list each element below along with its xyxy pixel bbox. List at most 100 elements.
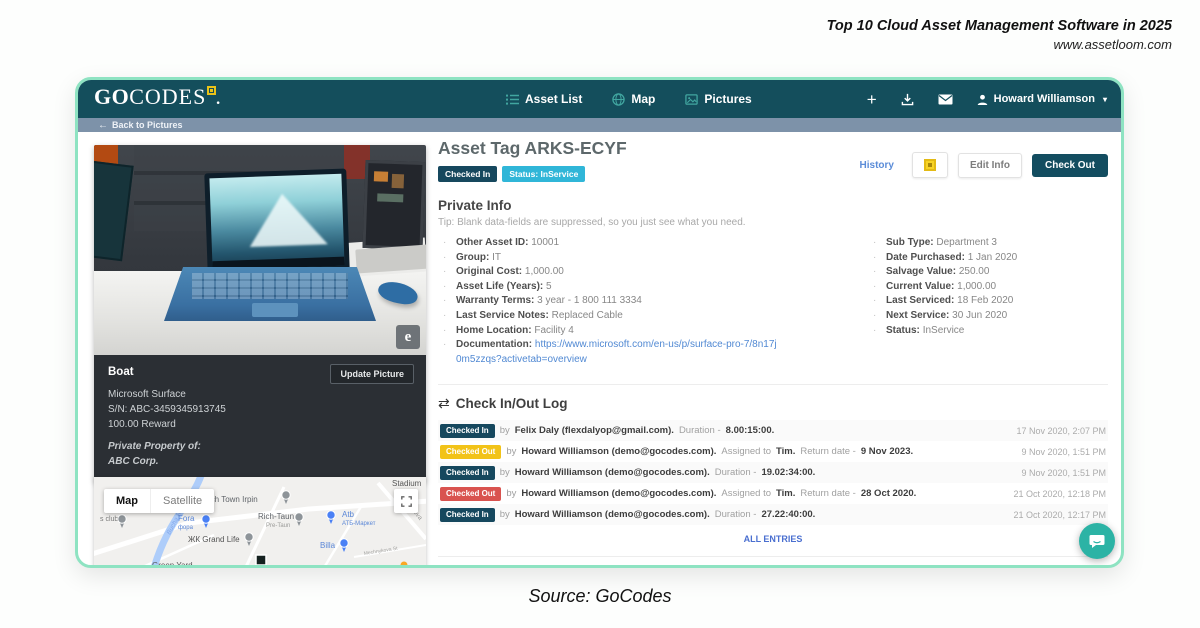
map-label: ЖК Grand Life (188, 535, 240, 544)
photo-property-label: Private Property of: (108, 439, 412, 454)
mail-icon[interactable] (938, 94, 953, 105)
info-field-documentation: ·Documentation: https://www.microsoft.co… (440, 338, 780, 367)
log-badge-checked-out: Checked Out (440, 445, 501, 459)
log-entry: Checked In by Howard Williamson (demo@go… (438, 462, 1108, 483)
map-label: АТБ-Маркет (342, 521, 376, 527)
photo-watermark: e (396, 325, 420, 349)
log-badge-checked-in: Checked In (440, 508, 495, 522)
checked-in-badge: Checked In (438, 166, 497, 182)
logo-qr-icon (207, 86, 216, 95)
map-button[interactable]: Map (104, 489, 150, 513)
main-nav: Asset List Map Pictures (506, 80, 752, 118)
check-in-out-icon: ⇄ (438, 395, 450, 411)
map-label: Atb (342, 510, 355, 519)
log-badge-checked-out: Checked Out (440, 487, 501, 501)
asset-detail-panel: Asset Tag ARKS-ECYF Checked In Status: I… (438, 138, 1108, 568)
info-field: ·Asset Life (Years): 5 (440, 280, 780, 295)
nav-map-label: Map (631, 92, 655, 106)
log-entry: Checked In by Felix Daly (flexdalyop@gma… (438, 420, 1108, 441)
map-type-control: Map Satellite (104, 489, 214, 513)
map-label: s club (100, 516, 118, 523)
check-out-button[interactable]: Check Out (1032, 154, 1108, 177)
laptop-keyboard (164, 267, 376, 321)
map-label: Pre-Taun (266, 523, 290, 529)
log-timestamp: 17 Nov 2020, 2:07 PM (1016, 426, 1106, 436)
map-fullscreen-button[interactable] (394, 489, 418, 513)
photo-model: Microsoft Surface (108, 387, 412, 402)
map-label: Stadium (392, 479, 422, 488)
asset-actions: History Edit Info Check Out (860, 152, 1108, 178)
source-caption: Source: GoCodes (0, 586, 1200, 607)
info-field: ·Next Service: 30 Jun 2020 (870, 309, 1106, 324)
edit-info-button[interactable]: Edit Info (958, 153, 1022, 178)
page: Top 10 Cloud Asset Management Software i… (0, 0, 1200, 628)
info-field: ·Last Serviced: 18 Feb 2020 (870, 294, 1106, 309)
back-to-pictures-link[interactable]: Back to Pictures (112, 120, 183, 130)
section-divider (438, 556, 1108, 557)
info-field: ·Salvage Value: 250.00 (870, 265, 1106, 280)
map-label: Billa (320, 541, 336, 550)
banner-title: Top 10 Cloud Asset Management Software i… (827, 18, 1172, 34)
log-entry: Checked Out by Howard Williamson (demo@g… (438, 483, 1108, 504)
asset-photo[interactable]: e (94, 145, 426, 355)
list-icon (506, 93, 519, 106)
info-field: ·Other Asset ID: 10001 (440, 236, 780, 251)
log-badge-checked-in: Checked In (440, 424, 495, 438)
photo-caption: Boat Update Picture Microsoft Surface S/… (94, 355, 426, 482)
logo-text-codes: CODES (129, 84, 206, 109)
asset-location-marker (256, 555, 266, 565)
nav-asset-list-label: Asset List (525, 92, 582, 106)
update-picture-button[interactable]: Update Picture (330, 364, 414, 384)
back-arrow-icon: ← (98, 120, 108, 131)
satellite-button[interactable]: Satellite (150, 489, 214, 513)
info-field: ·Warranty Terms: 3 year - 1 800 111 3334 (440, 294, 780, 309)
chat-widget-button[interactable] (1079, 523, 1115, 559)
log-timestamp: 9 Nov 2020, 1:51 PM (1021, 468, 1106, 478)
user-menu[interactable]: Howard Williamson ▾ (977, 93, 1107, 105)
log-heading: ⇄Check In/Out Log (438, 395, 1108, 412)
nav-map[interactable]: Map (612, 92, 655, 106)
globe-icon (612, 93, 625, 106)
header-actions: + Howard Williamson ▾ (867, 80, 1107, 118)
app-window: GOCODES. Asset List Map (75, 77, 1124, 568)
private-info-tip: Tip: Blank data-fields are suppressed, s… (438, 217, 1108, 228)
pictures-icon (685, 93, 698, 106)
log-badge-checked-in: Checked In (440, 466, 495, 480)
user-name: Howard Williamson (994, 93, 1095, 105)
log-entry: Checked Out by Howard Williamson (demo@g… (438, 441, 1108, 462)
add-icon[interactable]: + (867, 91, 877, 108)
info-field: ·Original Cost: 1,000.00 (440, 265, 780, 280)
log-entry: Checked In by Howard Williamson (demo@go… (438, 504, 1108, 525)
section-divider (438, 384, 1108, 385)
map-label: Rich-Taun (258, 512, 294, 521)
gocodes-logo[interactable]: GOCODES. (94, 84, 221, 110)
photo-serial: S/N: ABC-3459345913745 (108, 402, 412, 417)
asset-photo-card: e Boat Update Picture Microsoft Surface … (94, 145, 426, 482)
breadcrumb-bar: ← Back to Pictures (78, 118, 1121, 132)
nav-pictures-label: Pictures (704, 92, 751, 106)
nav-pictures[interactable]: Pictures (685, 92, 751, 106)
info-field: ·Date Purchased: 1 Jan 2020 (870, 251, 1106, 266)
info-field: ·Sub Type: Department 3 (870, 236, 1106, 251)
qr-icon (924, 159, 936, 171)
history-link[interactable]: History (860, 160, 894, 171)
all-entries-link[interactable]: ALL ENTRIES (438, 534, 1108, 544)
location-map[interactable]: Bucha River Sadova Mechnykova St Жк Rich… (94, 477, 426, 568)
log-timestamp: 9 Nov 2020, 1:51 PM (1021, 447, 1106, 457)
banner: Top 10 Cloud Asset Management Software i… (827, 18, 1172, 52)
nav-asset-list[interactable]: Asset List (506, 92, 582, 106)
status-badge: Status: InService (502, 166, 585, 182)
info-field: ·Group: IT (440, 251, 780, 266)
banner-site-url: www.assetloom.com (827, 37, 1172, 52)
info-field: ·Last Service Notes: Replaced Cable (440, 309, 780, 324)
app-header: GOCODES. Asset List Map (78, 80, 1121, 118)
map-label: Fora (178, 514, 195, 523)
log-timestamp: 21 Oct 2020, 12:18 PM (1013, 489, 1106, 499)
chevron-down-icon: ▾ (1103, 95, 1107, 104)
import-icon[interactable] (901, 93, 914, 106)
info-field: ·Home Location: Facility 4 (440, 324, 780, 339)
map-label: Green Yard - (152, 561, 198, 568)
private-info-heading: Private Info (438, 198, 1108, 213)
qr-code-button[interactable] (912, 152, 948, 178)
log-entries: Checked In by Felix Daly (flexdalyop@gma… (438, 420, 1108, 525)
